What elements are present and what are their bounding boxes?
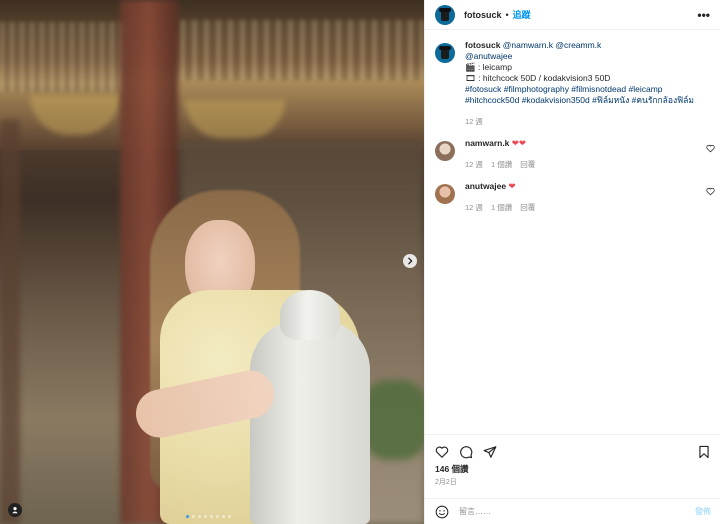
- comment-likes[interactable]: 1 個讚: [491, 159, 512, 170]
- carousel-dot: [228, 515, 231, 518]
- photo-background: [180, 20, 424, 80]
- comment-item: namwarn.k ❤❤ 12 週 1 個讚 回覆: [425, 138, 720, 170]
- carousel-dot: [204, 515, 207, 518]
- photo-background: [0, 22, 130, 92]
- comment-likes[interactable]: 1 個讚: [491, 202, 512, 213]
- heart-icon[interactable]: [706, 144, 715, 153]
- comment-composer: 發佈: [425, 498, 720, 524]
- likes-count[interactable]: 146 個讚: [435, 463, 469, 475]
- photo-background: [0, 120, 20, 524]
- user-icon: [12, 507, 18, 514]
- caption-hashtags[interactable]: #hitchcock50d #kodakvision350d #ฟิล์มหนั…: [465, 95, 705, 106]
- comment-username[interactable]: anutwajee: [465, 181, 506, 191]
- follow-button[interactable]: 追蹤: [513, 8, 531, 21]
- post-date: 2月2日: [435, 479, 457, 486]
- caption-mentions[interactable]: @namwarn.k @creamm.k: [503, 40, 602, 50]
- avatar[interactable]: [435, 141, 455, 161]
- chevron-right-icon: [408, 257, 413, 265]
- more-options-button[interactable]: •••: [697, 9, 710, 21]
- avatar[interactable]: [435, 184, 455, 204]
- carousel-dot: [210, 515, 213, 518]
- comment-time: 12 週: [465, 160, 483, 169]
- carousel-dot: [198, 515, 201, 518]
- comment-icon[interactable]: [459, 445, 473, 459]
- action-bar: [425, 434, 720, 462]
- caption-line: 🎬 : leicamp: [465, 62, 512, 72]
- carousel-dot: [222, 515, 225, 518]
- bookmark-icon[interactable]: [697, 445, 711, 459]
- comment-text: ❤: [508, 181, 516, 191]
- avatar[interactable]: [435, 4, 455, 25]
- carousel-indicator: [186, 515, 231, 518]
- reply-button[interactable]: 回覆: [520, 159, 535, 170]
- comments-list: fotosuck @namwarn.k @creamm.k @anutwajee…: [425, 40, 720, 213]
- post-username[interactable]: fotosuck: [464, 10, 502, 20]
- caption-mentions[interactable]: @anutwajee: [465, 51, 705, 62]
- reply-button[interactable]: 回覆: [520, 202, 535, 213]
- comment-item: anutwajee ❤ 12 週 1 個讚 回覆: [425, 181, 720, 213]
- caption-line: 🎞 : hitchcock 50D / kodakvision3 50D: [465, 73, 611, 83]
- carousel-dot: [186, 515, 189, 518]
- photo-railing: [250, 320, 370, 524]
- separator: •: [505, 9, 509, 20]
- comment-username[interactable]: namwarn.k: [465, 138, 509, 148]
- post-side-panel: fotosuck • 追蹤 ••• fotosuck @namwarn.k @c…: [424, 0, 720, 524]
- heart-icon[interactable]: [706, 187, 715, 196]
- comment-text: ❤❤: [511, 138, 527, 148]
- caption-username[interactable]: fotosuck: [465, 40, 500, 50]
- carousel-next-button[interactable]: [403, 254, 417, 268]
- comment-input[interactable]: [459, 507, 695, 516]
- post-header: fotosuck • 追蹤 •••: [425, 0, 720, 30]
- photo-railing: [280, 290, 340, 340]
- post-comment-button[interactable]: 發佈: [695, 506, 711, 517]
- share-icon[interactable]: [483, 445, 497, 459]
- caption-hashtags[interactable]: #fotosuck #filmphotography #filmisnotdea…: [465, 84, 705, 95]
- tagged-users-button[interactable]: [8, 503, 22, 517]
- avatar[interactable]: [435, 43, 455, 63]
- post-photo[interactable]: [0, 0, 424, 524]
- carousel-dot: [192, 515, 195, 518]
- carousel-dot: [216, 515, 219, 518]
- caption-time: 12 週: [465, 117, 483, 126]
- caption: fotosuck @namwarn.k @creamm.k @anutwajee…: [425, 40, 720, 127]
- emoji-icon[interactable]: [435, 505, 449, 519]
- like-heart-icon[interactable]: [435, 445, 449, 459]
- comment-time: 12 週: [465, 203, 483, 212]
